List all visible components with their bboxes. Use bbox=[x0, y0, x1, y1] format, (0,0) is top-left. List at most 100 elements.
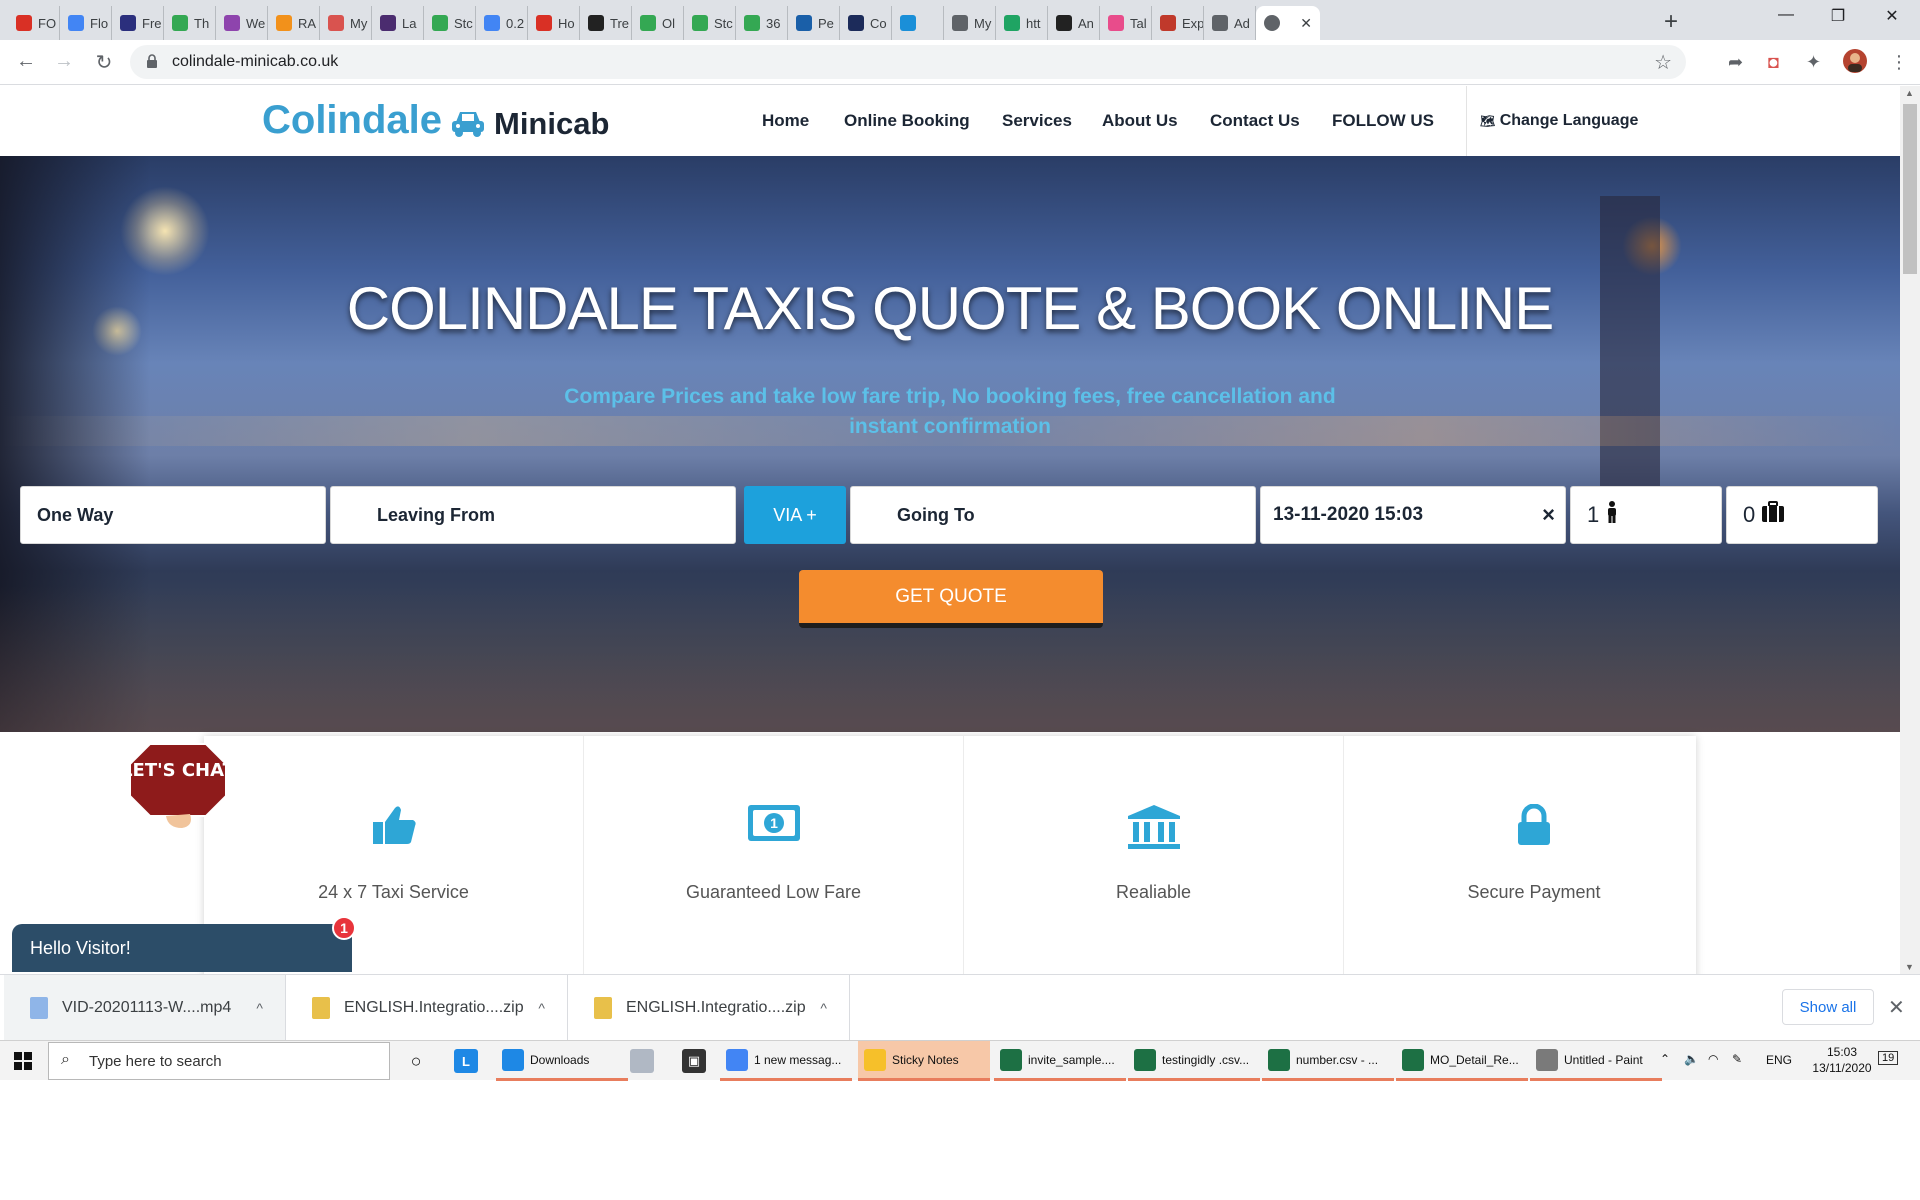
passengers-select[interactable]: 1 bbox=[1570, 486, 1722, 544]
nav-home[interactable]: Home bbox=[762, 111, 809, 131]
scrollbar-thumb[interactable] bbox=[1903, 104, 1917, 274]
browser-tab[interactable]: Flo bbox=[60, 6, 112, 40]
address-bar[interactable]: colindale-minicab.co.uk ☆ bbox=[130, 45, 1686, 79]
google-icon bbox=[484, 15, 500, 31]
url-text[interactable]: colindale-minicab.co.uk bbox=[172, 53, 338, 71]
datetime-input[interactable]: 13-11-2020 15:03 × bbox=[1260, 486, 1566, 544]
browser-tab[interactable]: Fre bbox=[112, 6, 164, 40]
clear-datetime-icon[interactable]: × bbox=[1542, 502, 1555, 528]
volume-icon[interactable]: 🔈 bbox=[1684, 1052, 1699, 1066]
nav-follow-us[interactable]: FOLLOW US bbox=[1332, 111, 1434, 131]
browser-tab[interactable]: FO bbox=[8, 6, 60, 40]
back-icon[interactable]: ← bbox=[14, 50, 38, 73]
lock-icon[interactable] bbox=[146, 54, 158, 71]
trip-type-select[interactable]: One Way bbox=[20, 486, 326, 544]
get-quote-button[interactable]: GET QUOTE bbox=[799, 570, 1103, 628]
chevron-up-icon[interactable]: ^ bbox=[538, 1000, 545, 1016]
bookmark-star-icon[interactable]: ☆ bbox=[1654, 50, 1672, 75]
browser-tab[interactable]: 36 bbox=[736, 6, 788, 40]
browser-tab[interactable]: htt bbox=[996, 6, 1048, 40]
show-all-button[interactable]: Show all bbox=[1782, 989, 1874, 1025]
chevron-up-icon[interactable]: ^ bbox=[820, 1000, 827, 1016]
taskbar-app-button[interactable]: invite_sample.... bbox=[994, 1041, 1126, 1081]
profile-avatar[interactable] bbox=[1842, 48, 1868, 79]
share-icon[interactable]: ➦ bbox=[1728, 52, 1743, 73]
store-icon[interactable]: ▣ bbox=[682, 1049, 706, 1073]
taskbar-app-button[interactable]: Sticky Notes bbox=[858, 1041, 990, 1081]
pen-icon[interactable]: ✎ bbox=[1732, 1052, 1742, 1066]
pocket-extension-icon[interactable]: ◘ bbox=[1768, 52, 1779, 73]
browser-tab[interactable]: Exp bbox=[1152, 6, 1204, 40]
clock[interactable]: 15:03 13/11/2020 bbox=[1804, 1044, 1880, 1076]
language-indicator[interactable]: ENG bbox=[1766, 1053, 1792, 1067]
browser-tab[interactable]: Co bbox=[840, 6, 892, 40]
extensions-puzzle-icon[interactable]: ✦ bbox=[1806, 52, 1821, 73]
browser-tab[interactable]: Ad bbox=[1204, 6, 1256, 40]
folder-icon[interactable] bbox=[630, 1049, 654, 1073]
windows-start-icon[interactable] bbox=[14, 1052, 32, 1070]
new-tab-button[interactable]: + bbox=[1664, 8, 1678, 36]
browser-tab[interactable]: 0.2 bbox=[476, 6, 528, 40]
browser-tab[interactable]: We bbox=[216, 6, 268, 40]
browser-tab[interactable]: Ol bbox=[632, 6, 684, 40]
chat-widget-bar[interactable]: Hello Visitor! bbox=[12, 924, 352, 972]
change-language-link[interactable]: 🗺 Change Language bbox=[1480, 112, 1638, 130]
nav-about-us[interactable]: About Us bbox=[1102, 111, 1178, 131]
browser-tab[interactable] bbox=[892, 6, 944, 40]
taskbar-app-button[interactable]: Downloads bbox=[496, 1041, 628, 1081]
taskbar-app-button[interactable]: testingidly .csv... bbox=[1128, 1041, 1260, 1081]
browser-tab[interactable]: La bbox=[372, 6, 424, 40]
close-download-bar-icon[interactable]: ✕ bbox=[1888, 995, 1905, 1020]
taskbar-app-button[interactable]: MO_Detail_Re... bbox=[1396, 1041, 1528, 1081]
download-item[interactable]: VID-20201113-W....mp4 ^ bbox=[4, 975, 286, 1041]
logo-text-minicab[interactable]: Minicab bbox=[494, 106, 609, 142]
nav-services[interactable]: Services bbox=[1002, 111, 1072, 131]
logo-text-colindale[interactable]: Colindale bbox=[262, 98, 442, 143]
browser-tab[interactable]: My bbox=[944, 6, 996, 40]
going-to-input[interactable]: Going To bbox=[850, 486, 1256, 544]
menu-kebab-icon[interactable]: ⋮ bbox=[1890, 52, 1908, 73]
browser-tab[interactable]: Pe bbox=[788, 6, 840, 40]
app-icon bbox=[726, 1048, 748, 1071]
browser-tab[interactable]: An bbox=[1048, 6, 1100, 40]
restore-button[interactable]: ❐ bbox=[1818, 6, 1858, 26]
scroll-up-icon[interactable]: ▲ bbox=[1905, 88, 1914, 98]
forward-icon[interactable]: → bbox=[52, 50, 76, 73]
luggage-select[interactable]: 0 bbox=[1726, 486, 1878, 544]
browser-tab[interactable]: Ho bbox=[528, 6, 580, 40]
download-item[interactable]: ENGLISH.Integratio....zip ^ bbox=[568, 975, 850, 1041]
browser-tab[interactable]: Stc bbox=[684, 6, 736, 40]
chevron-up-icon[interactable]: ^ bbox=[256, 1000, 263, 1016]
taskbar-app-button[interactable]: number.csv - ... bbox=[1262, 1041, 1394, 1081]
chevron-up-icon[interactable]: ⌃ bbox=[1660, 1052, 1670, 1066]
taskbar-app-label: Untitled - Paint bbox=[1564, 1052, 1643, 1067]
nav-online-booking[interactable]: Online Booking bbox=[844, 111, 970, 131]
page-scrollbar[interactable]: ▲ ▼ bbox=[1900, 86, 1920, 974]
lets-chat-sticker[interactable]: LET'S CHAT bbox=[121, 742, 236, 828]
cortana-icon[interactable]: ○ bbox=[404, 1049, 428, 1073]
close-window-button[interactable]: ✕ bbox=[1872, 6, 1912, 26]
download-item[interactable]: ENGLISH.Integratio....zip ^ bbox=[286, 975, 568, 1041]
browser-tab-active[interactable]: ✕ bbox=[1256, 6, 1320, 40]
browser-tab[interactable]: My bbox=[320, 6, 372, 40]
taskbar-search-box[interactable]: ⌕ Type here to search bbox=[48, 1042, 390, 1080]
browser-tab[interactable]: RA bbox=[268, 6, 320, 40]
browser-tab[interactable]: Stc bbox=[424, 6, 476, 40]
taskbar-app-button[interactable]: Untitled - Paint bbox=[1530, 1041, 1662, 1081]
close-tab-icon[interactable]: ✕ bbox=[1300, 15, 1312, 32]
tab-title: An bbox=[1078, 15, 1094, 31]
reload-icon[interactable]: ↻ bbox=[92, 50, 116, 75]
l-app-icon[interactable]: L bbox=[454, 1049, 478, 1073]
browser-tab[interactable]: Th bbox=[164, 6, 216, 40]
wifi-icon[interactable]: ◠ bbox=[1708, 1052, 1718, 1066]
via-button[interactable]: VIA + bbox=[744, 486, 846, 544]
browser-tab[interactable]: Tal bbox=[1100, 6, 1152, 40]
leaving-from-input[interactable]: Leaving From bbox=[330, 486, 736, 544]
colorful-icon bbox=[224, 15, 240, 31]
taskbar-app-button[interactable]: 1 new messag... bbox=[720, 1041, 852, 1081]
minimize-button[interactable]: — bbox=[1766, 6, 1806, 24]
scroll-down-icon[interactable]: ▼ bbox=[1905, 962, 1914, 972]
notifications-icon[interactable]: 19 bbox=[1878, 1051, 1899, 1065]
browser-tab[interactable]: Tre bbox=[580, 6, 632, 40]
nav-contact-us[interactable]: Contact Us bbox=[1210, 111, 1300, 131]
